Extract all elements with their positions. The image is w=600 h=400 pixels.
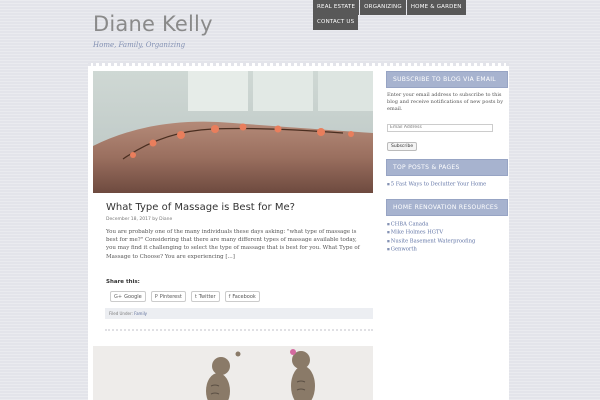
sidebar: SUBSCRIBE TO BLOG VIA EMAIL Enter your e… bbox=[386, 71, 508, 254]
post-divider bbox=[105, 329, 373, 331]
share-button-label: Twitter bbox=[198, 293, 216, 300]
renovation-widget: HOME RENOVATION RESOURCES CHBA Canada Mi… bbox=[386, 198, 508, 254]
share-button-label: Facebook bbox=[232, 293, 256, 300]
share-button-label: Pinterest bbox=[159, 293, 182, 300]
subscribe-widget: SUBSCRIBE TO BLOG VIA EMAIL Enter your e… bbox=[386, 71, 508, 151]
subscribe-button[interactable]: Subscribe bbox=[387, 142, 418, 151]
kittens-photo bbox=[93, 346, 373, 400]
email-field[interactable] bbox=[387, 123, 493, 132]
resource-link[interactable]: Nusite Basement Waterproofing bbox=[387, 237, 507, 246]
post-excerpt: You are probably one of the many individ… bbox=[106, 229, 360, 260]
renovation-widget-title: HOME RENOVATION RESOURCES bbox=[386, 198, 508, 216]
nav-organizing[interactable]: ORGANIZING bbox=[360, 0, 406, 15]
twitter-icon: t bbox=[194, 293, 197, 300]
share-button-label: Google bbox=[124, 293, 142, 300]
resource-link[interactable]: Mike Holmes HGTV bbox=[387, 228, 507, 237]
post-featured-image[interactable] bbox=[93, 71, 373, 193]
massage-photo bbox=[93, 71, 373, 193]
filed-label: Filed Under: bbox=[109, 311, 133, 316]
share-title: Share this: bbox=[106, 279, 140, 285]
nav-real-estate[interactable]: REAL ESTATE bbox=[313, 0, 360, 15]
share-buttons: G+ Google P Pinterest t Twitter f Facebo… bbox=[110, 291, 260, 302]
google-plus-icon: G+ bbox=[114, 293, 123, 300]
category-link[interactable]: Family bbox=[134, 311, 147, 316]
resource-link[interactable]: CHBA Canada bbox=[387, 220, 507, 229]
subscribe-text: Enter your email address to subscribe to… bbox=[387, 92, 504, 112]
share-google-button[interactable]: G+ Google bbox=[110, 291, 146, 302]
post-footer-category: Filed Under: Family bbox=[105, 308, 373, 319]
share-pinterest-button[interactable]: P Pinterest bbox=[150, 291, 186, 302]
content-area: What Type of Massage is Best for Me? Dec… bbox=[88, 63, 509, 400]
nav-contact-us[interactable]: CONTACT US bbox=[313, 15, 359, 30]
resource-link[interactable]: Genworth bbox=[387, 245, 507, 254]
top-posts-widget-title: TOP POSTS & PAGES bbox=[386, 159, 508, 176]
nav-home-garden[interactable]: HOME & GARDEN bbox=[406, 0, 466, 15]
pinterest-icon: P bbox=[154, 293, 158, 300]
subscribe-widget-title: SUBSCRIBE TO BLOG VIA EMAIL bbox=[386, 71, 508, 88]
top-posts-widget: TOP POSTS & PAGES 5 Fast Ways to Declutt… bbox=[386, 159, 508, 189]
facebook-icon: f bbox=[228, 293, 231, 300]
site-title[interactable]: Diane Kelly bbox=[93, 12, 213, 36]
site-description: Home, Family, Organizing bbox=[93, 41, 186, 49]
top-post-link[interactable]: 5 Fast Ways to Declutter Your Home bbox=[387, 180, 507, 189]
second-post-image[interactable] bbox=[93, 346, 373, 400]
post-meta: December 18, 2017 by Diane bbox=[106, 217, 173, 222]
share-facebook-button[interactable]: f Facebook bbox=[224, 291, 260, 302]
top-navigation: REAL ESTATE ORGANIZING HOME & GARDEN CON… bbox=[313, 0, 478, 30]
post-title[interactable]: What Type of Massage is Best for Me? bbox=[106, 202, 295, 213]
share-twitter-button[interactable]: t Twitter bbox=[190, 291, 220, 302]
